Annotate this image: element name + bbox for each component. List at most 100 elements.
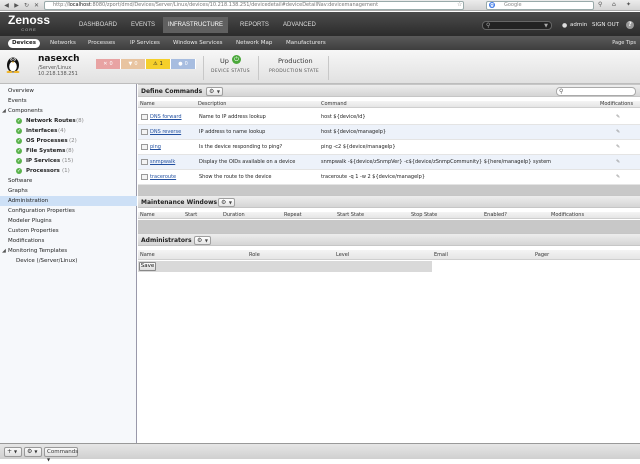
col-start-state[interactable]: Start State	[337, 212, 364, 219]
tree-item-ip-services[interactable]: IP Services(15)	[0, 156, 137, 166]
tree-item-network-routes[interactable]: Network Routes(8)	[0, 116, 137, 126]
tree-item-graphs[interactable]: Graphs	[0, 186, 137, 196]
tree-item-os-processes[interactable]: OS Processes(2)	[0, 136, 137, 146]
user-name[interactable]: admin	[570, 22, 587, 28]
tab-infrastructure[interactable]: INFRASTRUCTURE	[163, 17, 228, 33]
table-row[interactable]: DNS forward Name to IP address lookup ho…	[138, 110, 640, 125]
tree-item-modifications[interactable]: Modifications	[0, 236, 137, 246]
event-rainbow[interactable]: ✕ 0 ▼ 0 ⚠ 1 ● 0	[96, 59, 196, 69]
tree-item-configuration-properties[interactable]: Configuration Properties	[0, 206, 137, 216]
subtab-devices[interactable]: Devices	[8, 39, 41, 48]
col-name[interactable]: Name	[140, 212, 155, 219]
tree-item-overview[interactable]: Overview	[0, 86, 137, 96]
edit-icon[interactable]: ✎	[616, 114, 620, 120]
command-name[interactable]: snmpwalk	[150, 159, 175, 165]
collapse-triangle-icon[interactable]: ◢	[2, 106, 6, 116]
maintenance-column-header: Name Start Duration Repeat Start State S…	[138, 212, 640, 219]
edit-icon[interactable]: ✎	[616, 144, 620, 150]
tree-item-administration[interactable]: Administration	[0, 196, 137, 206]
collapse-triangle-icon[interactable]: ◢	[2, 246, 6, 256]
col-start[interactable]: Start	[185, 212, 197, 219]
reload-icon[interactable]: ↻	[22, 1, 31, 10]
col-email[interactable]: Email	[434, 250, 448, 260]
production-state-value[interactable]: Production	[278, 57, 313, 65]
command-text: ping -c2 ${device/manageIp}	[321, 144, 396, 150]
col-stop-state[interactable]: Stop State	[411, 212, 437, 219]
tree-item-events[interactable]: Events	[0, 96, 137, 106]
col-command[interactable]: Command	[321, 101, 347, 108]
page-tips-link[interactable]: Page Tips	[612, 39, 636, 48]
tab-events[interactable]: EVENTS	[126, 18, 160, 32]
event-critical[interactable]: ✕ 0	[96, 59, 121, 69]
tab-reports[interactable]: REPORTS	[235, 18, 274, 32]
back-icon[interactable]: ◀	[2, 1, 11, 10]
forward-icon[interactable]: ▶	[12, 1, 21, 10]
commands-gear-button[interactable]: ⚙ ▼	[206, 87, 223, 96]
tree-item-processors[interactable]: Processors(1)	[0, 166, 137, 176]
wrench-icon[interactable]: ✦	[626, 1, 631, 8]
maintenance-gear-button[interactable]: ⚙ ▼	[218, 198, 235, 207]
col-description[interactable]: Description	[198, 101, 226, 108]
tree-item-software[interactable]: Software	[0, 176, 137, 186]
command-name[interactable]: ping	[150, 144, 161, 150]
subtab-networks[interactable]: Networks	[46, 39, 80, 48]
save-button[interactable]: Save	[139, 262, 156, 271]
event-error[interactable]: ▼ 0	[121, 59, 146, 69]
zenoss-logo[interactable]: Zenoss CORE	[8, 14, 50, 33]
subtab-network-map[interactable]: Network Map	[232, 39, 276, 48]
subtab-ip-services[interactable]: IP Services	[126, 39, 164, 48]
commands-menu-button[interactable]: Commands ▼	[44, 447, 78, 462]
event-warning[interactable]: ⚠ 1	[146, 59, 171, 69]
subtab-processes[interactable]: Processes	[84, 39, 119, 48]
footer-gear-button[interactable]: ⚙ ▼	[24, 447, 42, 457]
help-icon[interactable]: ?	[626, 21, 634, 29]
edit-icon[interactable]: ✎	[616, 159, 620, 165]
table-row[interactable]: snmpwalk Display the OIDs available on a…	[138, 155, 640, 170]
subtab-manufacturers[interactable]: Manufacturers	[282, 39, 330, 48]
tree-item-monitoring-templates[interactable]: ◢ Monitoring Templates	[0, 246, 137, 256]
tree-item-modeler-plugins[interactable]: Modeler Plugins	[0, 216, 137, 226]
col-duration[interactable]: Duration	[223, 212, 245, 219]
col-modifications[interactable]: Modifications	[600, 101, 633, 108]
edit-icon[interactable]: ✎	[616, 174, 620, 180]
table-row[interactable]: traceroute Show the route to the device …	[138, 170, 640, 185]
tree-item-interfaces[interactable]: Interfaces(4)	[0, 126, 137, 136]
col-repeat[interactable]: Repeat	[284, 212, 302, 219]
col-enabled[interactable]: Enabled?	[484, 212, 507, 219]
tree-item-device-template[interactable]: Device (/Server/Linux)	[0, 256, 137, 266]
command-icon	[141, 144, 148, 150]
col-name[interactable]: Name	[140, 250, 155, 260]
table-row[interactable]: ping Is the device responding to ping? p…	[138, 140, 640, 155]
address-bar[interactable]: http://localhost:8080/zport/dmd/Devices/…	[44, 1, 464, 10]
col-name[interactable]: Name	[140, 101, 155, 108]
command-name[interactable]: DNS reverse	[150, 129, 181, 135]
subtab-windows-services[interactable]: Windows Services	[169, 39, 227, 48]
tab-dashboard[interactable]: DASHBOARD	[74, 18, 122, 32]
stop-icon[interactable]: ✕	[32, 1, 41, 10]
tree-count: (8)	[66, 148, 74, 154]
col-modifications[interactable]: Modifications	[551, 212, 584, 219]
tree-item-file-systems[interactable]: File Systems(8)	[0, 146, 137, 156]
event-info[interactable]: ● 0	[171, 59, 196, 69]
browser-search-field[interactable]: Google	[486, 1, 594, 10]
search-icon[interactable]: ⚲	[598, 1, 602, 8]
col-level[interactable]: Level	[336, 250, 349, 260]
chevron-down-icon: ▼	[13, 449, 18, 454]
tree-item-components[interactable]: ◢ Components	[0, 106, 137, 116]
command-name[interactable]: DNS forward	[150, 114, 182, 120]
command-name[interactable]: traceroute	[150, 174, 176, 180]
add-button[interactable]: + ▼	[4, 447, 22, 457]
col-role[interactable]: Role	[249, 250, 260, 260]
home-icon[interactable]: ⌂	[612, 1, 616, 8]
tree-item-custom-properties[interactable]: Custom Properties	[0, 226, 137, 236]
administrators-gear-button[interactable]: ⚙ ▼	[194, 236, 211, 245]
header-search-input[interactable]: ⚲ ▼	[482, 21, 552, 30]
tab-advanced[interactable]: ADVANCED	[278, 18, 321, 32]
bookmark-star-icon[interactable]: ☆	[457, 1, 462, 8]
col-pager[interactable]: Pager	[535, 250, 549, 260]
edit-icon[interactable]: ✎	[616, 129, 620, 135]
table-row[interactable]: DNS reverse IP address to name lookup ho…	[138, 125, 640, 140]
commands-search-input[interactable]: ⚲	[556, 87, 636, 96]
sign-out-link[interactable]: SIGN OUT	[592, 22, 619, 28]
administrators-title: Administrators	[141, 237, 192, 244]
